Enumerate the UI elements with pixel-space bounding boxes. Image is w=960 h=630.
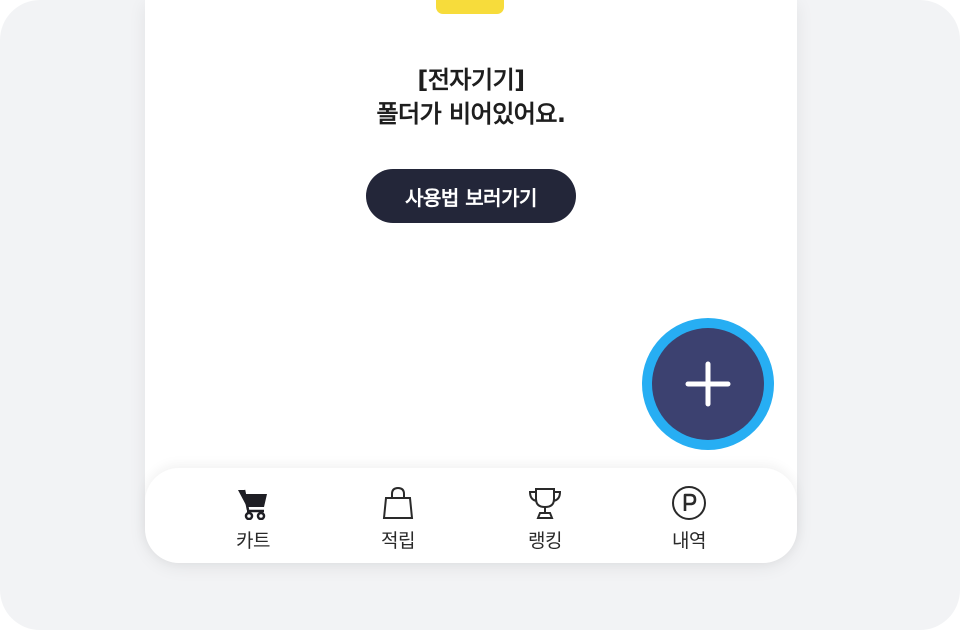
nav-label-earn: 적립 xyxy=(381,530,415,552)
points-icon xyxy=(669,484,709,522)
app-screen: [전자기기] 폴더가 비어있어요. 사용법 보러가기 카트 적립 랭킹 내역 xyxy=(145,0,797,563)
nav-item-history[interactable]: 내역 xyxy=(639,484,739,554)
bottom-nav: 카트 적립 랭킹 내역 xyxy=(145,468,797,563)
folder-icon xyxy=(436,0,504,14)
nav-label-cart: 카트 xyxy=(236,530,270,552)
cart-icon xyxy=(233,484,273,522)
nav-item-earn[interactable]: 적립 xyxy=(348,484,448,554)
plus-icon xyxy=(685,361,731,407)
folder-title: [전자기기] xyxy=(417,66,525,94)
nav-label-history: 내역 xyxy=(672,530,706,552)
nav-item-ranking[interactable]: 랭킹 xyxy=(495,484,595,554)
add-button[interactable] xyxy=(642,318,774,450)
empty-message: 폴더가 비어있어요. xyxy=(376,100,566,128)
shopping-bag-icon xyxy=(378,484,418,522)
nav-label-ranking: 랭킹 xyxy=(528,530,562,552)
add-button-inner xyxy=(652,328,764,440)
nav-item-cart[interactable]: 카트 xyxy=(203,484,303,554)
trophy-icon xyxy=(525,484,565,522)
howto-button[interactable]: 사용법 보러가기 xyxy=(366,169,576,223)
